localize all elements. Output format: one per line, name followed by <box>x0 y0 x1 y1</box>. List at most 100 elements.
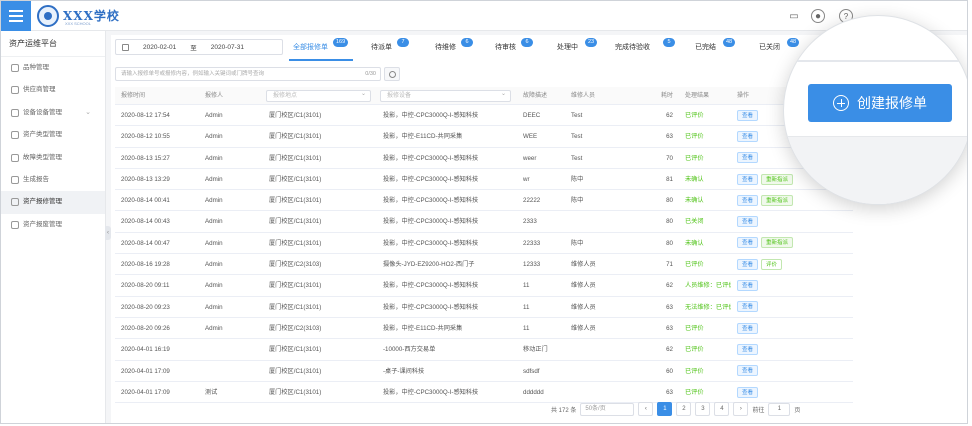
page-button-4[interactable]: 4 <box>714 402 730 416</box>
tab-label: 已关闭 <box>759 44 780 51</box>
cell-reporter: Admin <box>205 133 223 141</box>
cell-place: 厦门校区/C2(3103) <box>269 261 322 269</box>
view-button[interactable]: 查看 <box>737 130 759 142</box>
menu-toggle-button[interactable] <box>1 1 31 31</box>
table-row[interactable]: 2020-08-20 09:26 Admin 厦门校区/C2(3103) 投影，中控-… <box>115 318 853 340</box>
cell-device: 投影，中控-CPC3000Q-I-感知科技 <box>383 154 479 162</box>
sidebar-item-supplier[interactable]: 供应商管理 <box>1 79 105 101</box>
cell-hours: 63 <box>666 303 673 311</box>
table-row[interactable]: 2020-04-01 16:19 厦门校区/C1(3101) -10000-西方交易… <box>115 339 853 361</box>
page-button-2[interactable]: 2 <box>676 402 692 416</box>
view-button[interactable]: 查看 <box>737 109 759 121</box>
tab-label: 待审核 <box>495 44 516 51</box>
sidebar-item-asset-type[interactable]: 资产类型管理 <box>1 124 105 146</box>
tab-closed[interactable]: 已关闭 48 <box>743 35 803 61</box>
table-row[interactable]: 2020-08-14 00:47 Admin 厦门校区/C1(3101) 投影，中控-… <box>115 233 853 255</box>
cell-actions: 查看 <box>731 361 831 381</box>
app-window: XXX学校 XXX SCHOOL ▭ ● ? 资产运维平台 品种管理 供应商管理… <box>0 0 968 424</box>
tab-pending-dispatch[interactable]: 待派单 7 <box>353 35 417 61</box>
tab-label: 待派单 <box>371 44 392 51</box>
view-button[interactable]: 查看 <box>737 301 759 313</box>
page-button-3[interactable]: 3 <box>695 402 711 416</box>
cell-status: 已评价 <box>685 112 704 119</box>
date-range-picker[interactable]: 2020-02-01 至 2020-07-31 <box>115 39 283 55</box>
sidebar-item-breed[interactable]: 品种管理 <box>1 57 105 79</box>
table-row[interactable]: 2020-08-13 13:29 Admin 厦门校区/C1(3101) 投影，中控-… <box>115 169 853 191</box>
cell-device: -10000-西方交易单 <box>383 346 436 354</box>
cell-hours: 71 <box>666 261 673 269</box>
table-row[interactable]: 2020-08-20 09:11 Admin 厦门校区/C1(3101) 投影，中控-… <box>115 275 853 297</box>
sidebar-item-repair[interactable]: 资产报修管理 <box>1 191 105 214</box>
tab-in-progress[interactable]: 处理中 23 <box>545 35 609 61</box>
cell-time: 2020-08-14 00:47 <box>121 239 170 247</box>
view-button[interactable]: 查看 <box>737 216 759 228</box>
table-row[interactable]: 2020-08-14 00:43 Admin 厦门校区/C1(3101) 投影，中控-… <box>115 211 853 233</box>
view-button[interactable]: 查看 <box>737 152 759 164</box>
device-filter-select[interactable]: 报修设备 <box>380 89 511 102</box>
prev-page-button[interactable]: ‹ <box>638 402 654 416</box>
cell-time: 2020-08-14 00:41 <box>121 197 170 205</box>
search-input[interactable]: 请输入报修单号或报修内容，例如输入关键词或门牌号查询 0/30 <box>115 67 381 81</box>
message-icon[interactable]: ▭ <box>787 9 801 23</box>
cell-worker: 陈中 <box>571 175 584 183</box>
table-row[interactable]: 2020-08-14 00:41 Admin 厦门校区/C1(3101) 投影，中控-… <box>115 190 853 212</box>
user-avatar[interactable]: ● <box>811 9 825 23</box>
report-icon <box>11 175 19 184</box>
next-page-button[interactable]: › <box>733 402 749 416</box>
table-row[interactable]: 2020-08-20 09:23 Admin 厦门校区/C1(3101) 投影，中控-… <box>115 297 853 318</box>
redispatch-button[interactable]: 重新指派 <box>761 237 794 249</box>
view-button[interactable]: 查看 <box>737 386 759 398</box>
sidebar-item-report[interactable]: 生成报告 <box>1 169 105 191</box>
table-row[interactable]: 2020-08-16 19:28 Admin 厦门校区/C2(3103) 摄像头-JY… <box>115 254 853 276</box>
create-repair-order-button[interactable]: 创建报修单 <box>808 84 952 122</box>
cell-worker: Test <box>571 154 583 162</box>
col-status: 处理结果 <box>685 93 710 99</box>
cell-reporter: Admin <box>205 154 223 162</box>
tab-pending-review[interactable]: 待审核 6 <box>481 35 545 61</box>
place-filter-select[interactable]: 报修地点 <box>266 89 371 102</box>
cell-desc: weer <box>523 154 537 162</box>
table-row[interactable]: 2020-08-12 17:54 Admin 厦门校区/C1(3101) 投影，中控-… <box>115 105 853 127</box>
col-device-filter[interactable]: 报修设备 <box>377 87 517 104</box>
cell-reporter: Admin <box>205 282 223 290</box>
evaluate-button[interactable]: 评价 <box>761 258 783 270</box>
goto-page-input[interactable]: 1 <box>768 402 791 416</box>
table-row[interactable]: 2020-08-12 10:55 Admin 厦门校区/C1(3101) 投影，中控-… <box>115 126 853 148</box>
school-logo <box>37 5 59 27</box>
table-row[interactable]: 2020-04-01 17:09 厦门校区/C1(3101) -桌子-课间科技 sdf… <box>115 361 853 382</box>
view-button[interactable]: 查看 <box>737 322 759 334</box>
col-time[interactable]: 报修时间 <box>115 87 199 104</box>
view-button[interactable]: 查看 <box>737 237 759 249</box>
sidebar-item-fault-type[interactable]: 故障类型管理 <box>1 147 105 169</box>
tab-completed[interactable]: 已完结 48 <box>683 35 743 61</box>
cell-device: 投影，中控-CPC3000Q-I-感知科技 <box>383 175 479 183</box>
cell-status: 人员维修：已评价 <box>685 282 731 290</box>
cell-time: 2020-08-16 19:28 <box>121 261 170 269</box>
page-button-1[interactable]: 1 <box>657 402 673 416</box>
cell-place: 厦门校区/C1(3101) <box>269 175 322 183</box>
table-row[interactable]: 2020-04-01 17:09 测试 厦门校区/C1(3101) 投影，中控-CPC… <box>115 382 853 404</box>
cell-hours: 80 <box>666 218 673 226</box>
sidebar-item-scrap[interactable]: 资产报废管理 <box>1 214 105 236</box>
tab-all[interactable]: 全部报修单 169 <box>289 35 353 61</box>
page-size-select[interactable]: 50条/页 <box>580 402 635 416</box>
view-button[interactable]: 查看 <box>737 280 759 292</box>
cell-actions: 查看 评价 <box>731 254 831 274</box>
asset-icon <box>11 131 19 140</box>
cell-place: 厦门校区/C1(3101) <box>269 154 322 162</box>
view-button[interactable]: 查看 <box>737 173 759 185</box>
view-button[interactable]: 查看 <box>737 365 759 377</box>
sidebar-item-device[interactable]: 设备设备管理 ⌄ <box>1 102 105 124</box>
tab-pending-acceptance[interactable]: 完成待验收 5 <box>609 35 683 61</box>
col-place-filter[interactable]: 报修地点 <box>263 87 377 104</box>
tab-pending-repair[interactable]: 待维修 6 <box>417 35 481 61</box>
cell-hours: 81 <box>666 175 673 183</box>
search-button[interactable] <box>384 67 400 81</box>
cell-reporter: Admin <box>205 261 223 269</box>
view-button[interactable]: 查看 <box>737 343 759 355</box>
cell-place: 厦门校区/C1(3101) <box>269 112 322 119</box>
cell-reporter: Admin <box>205 324 223 332</box>
view-button[interactable]: 查看 <box>737 194 759 206</box>
table-row[interactable]: 2020-08-13 15:27 Admin 厦门校区/C1(3101) 投影，中控-… <box>115 148 853 169</box>
view-button[interactable]: 查看 <box>737 258 759 270</box>
